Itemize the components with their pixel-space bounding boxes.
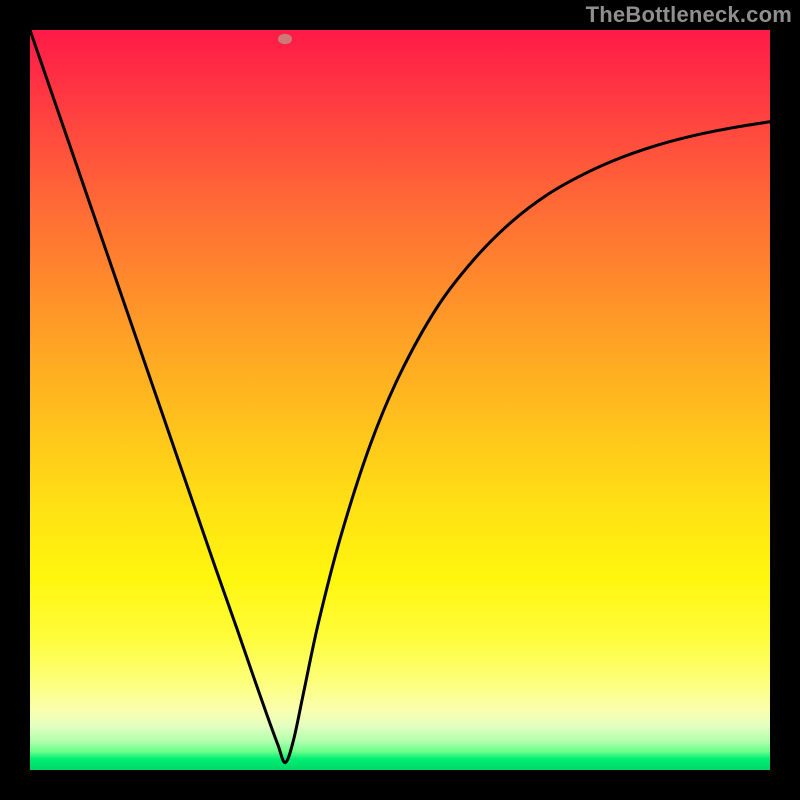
optimal-point-marker [278, 34, 292, 44]
watermark-text: TheBottleneck.com [586, 2, 792, 28]
bottleneck-curve [30, 30, 770, 763]
chart-frame: TheBottleneck.com [0, 0, 800, 800]
curve-layer [30, 30, 770, 770]
